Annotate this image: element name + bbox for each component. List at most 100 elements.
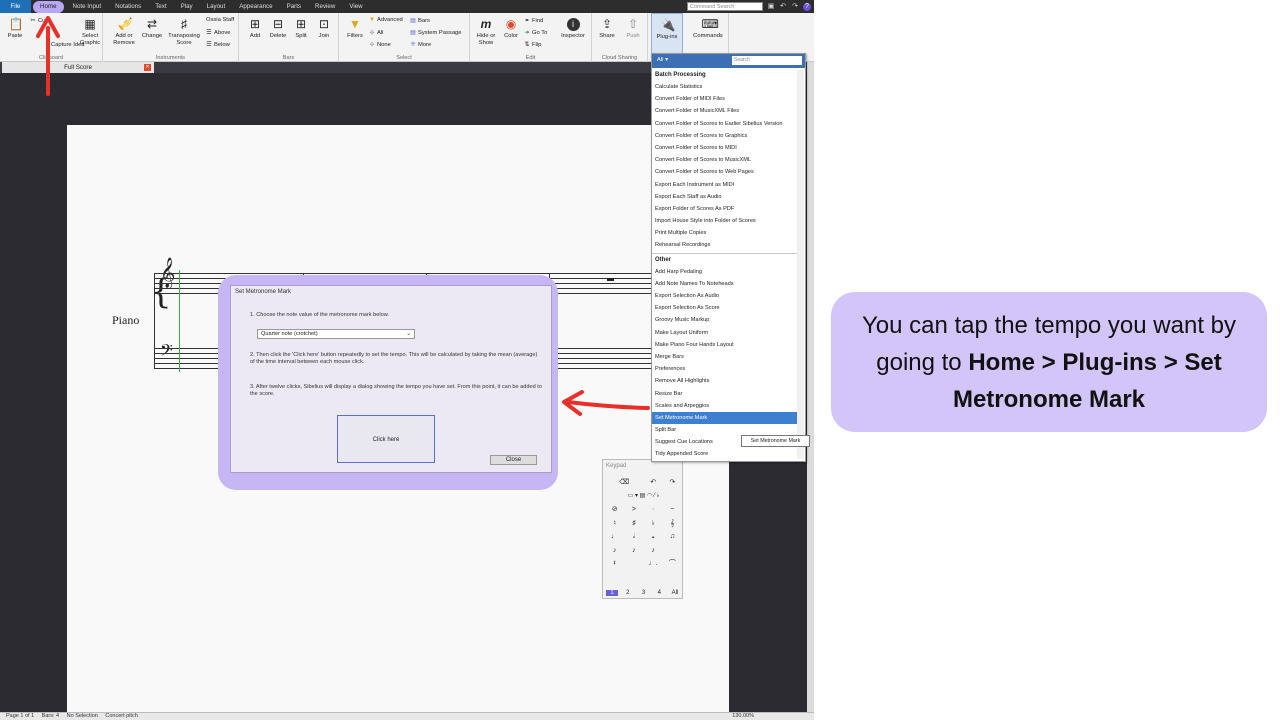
push-button[interactable]: ⇧ Push xyxy=(622,18,644,40)
select-all-button[interactable]: ⊹ All xyxy=(369,29,383,36)
plugin-menu-item[interactable]: Export Selection As Score xyxy=(652,302,798,314)
keypad-tab-4[interactable]: 4 xyxy=(653,590,665,596)
whole-rest[interactable] xyxy=(607,278,614,281)
plugin-menu-item[interactable]: Convert Folder of MusicXML Files xyxy=(652,105,798,117)
staccato-key[interactable]: · xyxy=(644,503,663,517)
plugins-filter-dropdown[interactable]: All ▾ xyxy=(657,57,668,63)
split-bar-button[interactable]: ⊞ Split xyxy=(291,18,311,40)
flat-key[interactable]: ♭ xyxy=(644,517,663,531)
plugin-menu-item[interactable]: Make Layout Uniform xyxy=(652,327,798,339)
command-search-input[interactable]: Command Search xyxy=(687,2,763,11)
system-passage-button[interactable]: ▤ System Passage xyxy=(410,29,461,36)
whole-note-key[interactable]: 𝅝 xyxy=(644,530,663,544)
keypad-tab-1[interactable]: 1 xyxy=(606,590,618,596)
rest-key[interactable]: 𝄽 xyxy=(605,557,624,571)
close-tab-icon[interactable]: ✕ xyxy=(144,64,151,71)
vertical-scrollbar[interactable] xyxy=(807,62,814,712)
redo-icon[interactable]: ↷ xyxy=(791,3,799,11)
plugin-menu-item[interactable]: Export Selection As Audio xyxy=(652,290,798,302)
plugin-menu-item[interactable]: Convert Folder of Scores to MusicXML xyxy=(652,154,798,166)
plugin-menu-item[interactable]: Export Each Staff as Audio xyxy=(652,191,798,203)
tab-file[interactable]: File xyxy=(0,0,31,13)
tab-layout[interactable]: Layout xyxy=(200,0,233,13)
close-button[interactable]: Close xyxy=(490,455,537,465)
tab-appearance[interactable]: Appearance xyxy=(232,0,279,13)
undo-key[interactable]: ↶ xyxy=(644,476,663,490)
plugin-menu-item[interactable]: Convert Folder of Scores to Web Pages xyxy=(652,166,798,178)
note-value-select[interactable]: Quarter note (crotchet) ⌄ xyxy=(257,329,415,339)
delete-bar-button[interactable]: ⊟ Delete xyxy=(267,18,289,40)
keypad-layout-keys[interactable]: ▭ ▾ ▤ ◠ ⁄ ♭ xyxy=(605,490,682,504)
half-note-key[interactable]: 𝅗𝅥 xyxy=(624,530,643,544)
plugin-menu-item[interactable]: Convert Folder of Scores to MIDI xyxy=(652,142,798,154)
plugin-menu-item[interactable]: Remove All Highlights xyxy=(652,375,798,387)
plugin-menu-item[interactable]: Convert Folder of Scores to Earlier Sibe… xyxy=(652,118,798,130)
plugin-menu-item[interactable]: Add Note Names To Noteheads xyxy=(652,278,798,290)
plugin-menu-item[interactable]: Convert Folder of MIDI Files xyxy=(652,93,798,105)
plugins-button-inner[interactable]: 🔌 Plug-ins xyxy=(652,19,682,41)
help-icon[interactable]: ? xyxy=(803,2,811,11)
add-bar-button[interactable]: ⊞ Add xyxy=(245,18,265,40)
accent-key[interactable]: > xyxy=(624,503,643,517)
plugin-menu-item[interactable]: Add Harp Pedaling xyxy=(652,266,798,278)
commands-button[interactable]: ⌨ Commands xyxy=(689,18,727,40)
plugin-menu-item[interactable]: Print Multiple Copies xyxy=(652,227,798,239)
redo-key[interactable]: ↷ xyxy=(663,476,682,490)
plugin-menu-item[interactable]: Export Folder of Scores As PDF xyxy=(652,203,798,215)
full-score-tab[interactable]: Full Score ✕ xyxy=(2,62,154,73)
select-none-button[interactable]: ⊹ None xyxy=(369,41,390,48)
grace-key[interactable]: 𝄞 xyxy=(663,517,682,531)
save-icon[interactable]: ▣ xyxy=(767,3,775,11)
tab-text[interactable]: Text xyxy=(148,0,173,13)
plugin-menu-item[interactable]: Calculate Statistics xyxy=(652,81,798,93)
add-remove-button[interactable]: 🎺 Add or Remove xyxy=(111,18,137,46)
inspector-button[interactable]: i Inspector xyxy=(558,18,588,40)
plugin-menu-item[interactable]: Export Each Instrument as MIDI xyxy=(652,179,798,191)
color-button[interactable]: ◉ Color xyxy=(501,18,521,40)
eighth-note-key[interactable]: ♪ xyxy=(605,544,624,558)
plugin-menu-item[interactable]: Tidy Appended Score xyxy=(652,448,798,460)
select-more-button[interactable]: ⁜ More xyxy=(410,41,431,48)
flip-button[interactable]: ⇅ Flip xyxy=(524,41,541,48)
select-bars-button[interactable]: ▤ Bars xyxy=(410,17,430,24)
hide-show-button[interactable]: m Hide or Show xyxy=(474,18,498,46)
tenuto-key[interactable]: − xyxy=(663,503,682,517)
tab-notations[interactable]: Notations xyxy=(108,0,148,13)
plugin-menu-item[interactable]: Groovy Music Markup xyxy=(652,314,798,326)
tab-review[interactable]: Review xyxy=(308,0,342,13)
quarter-note-key[interactable]: ♩ xyxy=(605,530,624,544)
plugin-menu-item[interactable]: Merge Bars xyxy=(652,351,798,363)
tie-key[interactable]: ⊘ xyxy=(605,503,624,517)
change-button[interactable]: ⇄ Change xyxy=(140,18,164,40)
sharp-key[interactable]: ♯ xyxy=(624,517,643,531)
plugin-menu-item[interactable]: Scales and Arpeggios xyxy=(652,400,798,412)
share-button[interactable]: ⇪ Share xyxy=(596,18,618,40)
select-graphic-button[interactable]: ▦ Select Graphic xyxy=(78,18,102,46)
keypad-tab-all[interactable]: All xyxy=(669,590,681,596)
ossia-above-button[interactable]: ☰ Above xyxy=(206,29,230,36)
paste-button[interactable]: 📋 Paste xyxy=(4,18,26,40)
sixteenth-key[interactable]: ♪ xyxy=(624,544,643,558)
ossia-staff-button[interactable]: Ossia Staff xyxy=(206,17,234,23)
dot-key[interactable]: ♩. xyxy=(644,557,663,571)
tab-play[interactable]: Play xyxy=(174,0,200,13)
thirtysecond-key[interactable]: ♪ xyxy=(644,544,663,558)
keypad-tab-2[interactable]: 2 xyxy=(622,590,634,596)
plugin-menu-item[interactable]: Resize Bar xyxy=(652,388,798,400)
natural-key[interactable]: ♮ xyxy=(605,517,624,531)
tab-parts[interactable]: Parts xyxy=(280,0,308,13)
tab-home[interactable]: Home xyxy=(33,0,64,13)
undo-icon[interactable]: ↶ xyxy=(779,3,787,11)
tie-arc-key[interactable]: ⌒ xyxy=(663,557,682,571)
tuplet-key[interactable]: ♫ xyxy=(663,530,682,544)
filters-button[interactable]: ▼ Filters xyxy=(343,18,367,40)
plugins-scrollbar[interactable] xyxy=(797,70,804,459)
plugin-menu-item[interactable]: Import House Style into Folder of Scores xyxy=(652,215,798,227)
plugin-menu-item[interactable]: Convert Folder of Scores to Graphics xyxy=(652,130,798,142)
transposing-score-button[interactable]: ♯ Transposing Score xyxy=(166,18,202,46)
plugin-menu-item[interactable]: Rehearsal Recordings xyxy=(652,239,798,251)
click-here-button[interactable]: Click here xyxy=(337,415,435,463)
tab-view[interactable]: View xyxy=(342,0,369,13)
plugin-menu-item[interactable]: Preferences xyxy=(652,363,798,375)
backspace-key[interactable]: ⌫ xyxy=(605,476,644,490)
